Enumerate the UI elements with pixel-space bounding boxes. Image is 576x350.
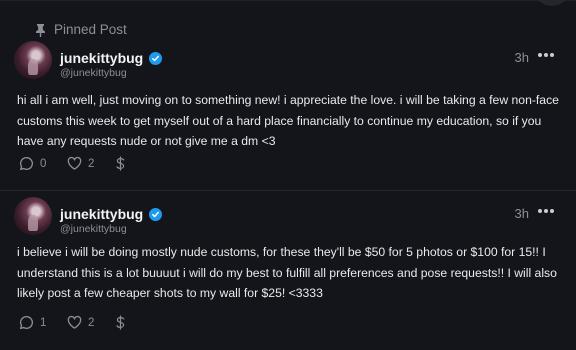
user-handle[interactable]: @junekittybug xyxy=(60,67,127,79)
username-row: junekittybug xyxy=(60,206,163,222)
like-button[interactable]: 2 xyxy=(67,315,114,330)
like-count: 2 xyxy=(88,157,95,170)
comment-button[interactable]: 0 xyxy=(19,156,67,171)
username-row: junekittybug xyxy=(60,50,163,66)
tip-button[interactable] xyxy=(114,315,127,330)
more-options-icon[interactable] xyxy=(538,209,554,213)
pinned-label: Pinned Post xyxy=(54,22,127,37)
post-divider xyxy=(0,190,576,191)
more-options-icon[interactable] xyxy=(538,53,554,57)
heart-icon xyxy=(67,156,82,170)
verified-icon xyxy=(149,51,163,65)
post-text: i believe i will be doing mostly nude cu… xyxy=(17,245,557,300)
username-link[interactable]: junekittybug xyxy=(60,206,143,222)
tip-button[interactable] xyxy=(114,156,127,171)
comment-icon xyxy=(19,316,33,330)
comment-count: 1 xyxy=(40,316,47,329)
post-text: hi all i am well, just moving on to some… xyxy=(17,93,559,148)
post-actions: 1 2 xyxy=(19,315,127,330)
avatar[interactable] xyxy=(14,41,52,79)
post-card: junekittybug @junekittybug 3h i believe … xyxy=(0,196,576,350)
dollar-icon xyxy=(116,156,125,171)
verified-icon xyxy=(149,207,163,221)
post-timestamp[interactable]: 3h xyxy=(515,50,529,65)
user-handle[interactable]: @junekittybug xyxy=(60,223,127,235)
like-count: 2 xyxy=(88,316,95,329)
dollar-icon xyxy=(116,315,125,330)
pin-icon xyxy=(34,23,47,37)
pinned-post-header: Pinned Post xyxy=(34,22,127,37)
like-button[interactable]: 2 xyxy=(67,156,114,171)
post-card: junekittybug @junekittybug 3h hi all i a… xyxy=(0,40,576,190)
comment-icon xyxy=(19,157,33,171)
comment-button[interactable]: 1 xyxy=(19,315,67,330)
avatar[interactable] xyxy=(14,197,52,235)
username-link[interactable]: junekittybug xyxy=(60,50,143,66)
comment-count: 0 xyxy=(40,157,47,170)
post-timestamp[interactable]: 3h xyxy=(515,206,529,221)
post-actions: 0 2 xyxy=(19,156,127,171)
top-divider xyxy=(0,0,576,1)
heart-icon xyxy=(67,315,82,329)
